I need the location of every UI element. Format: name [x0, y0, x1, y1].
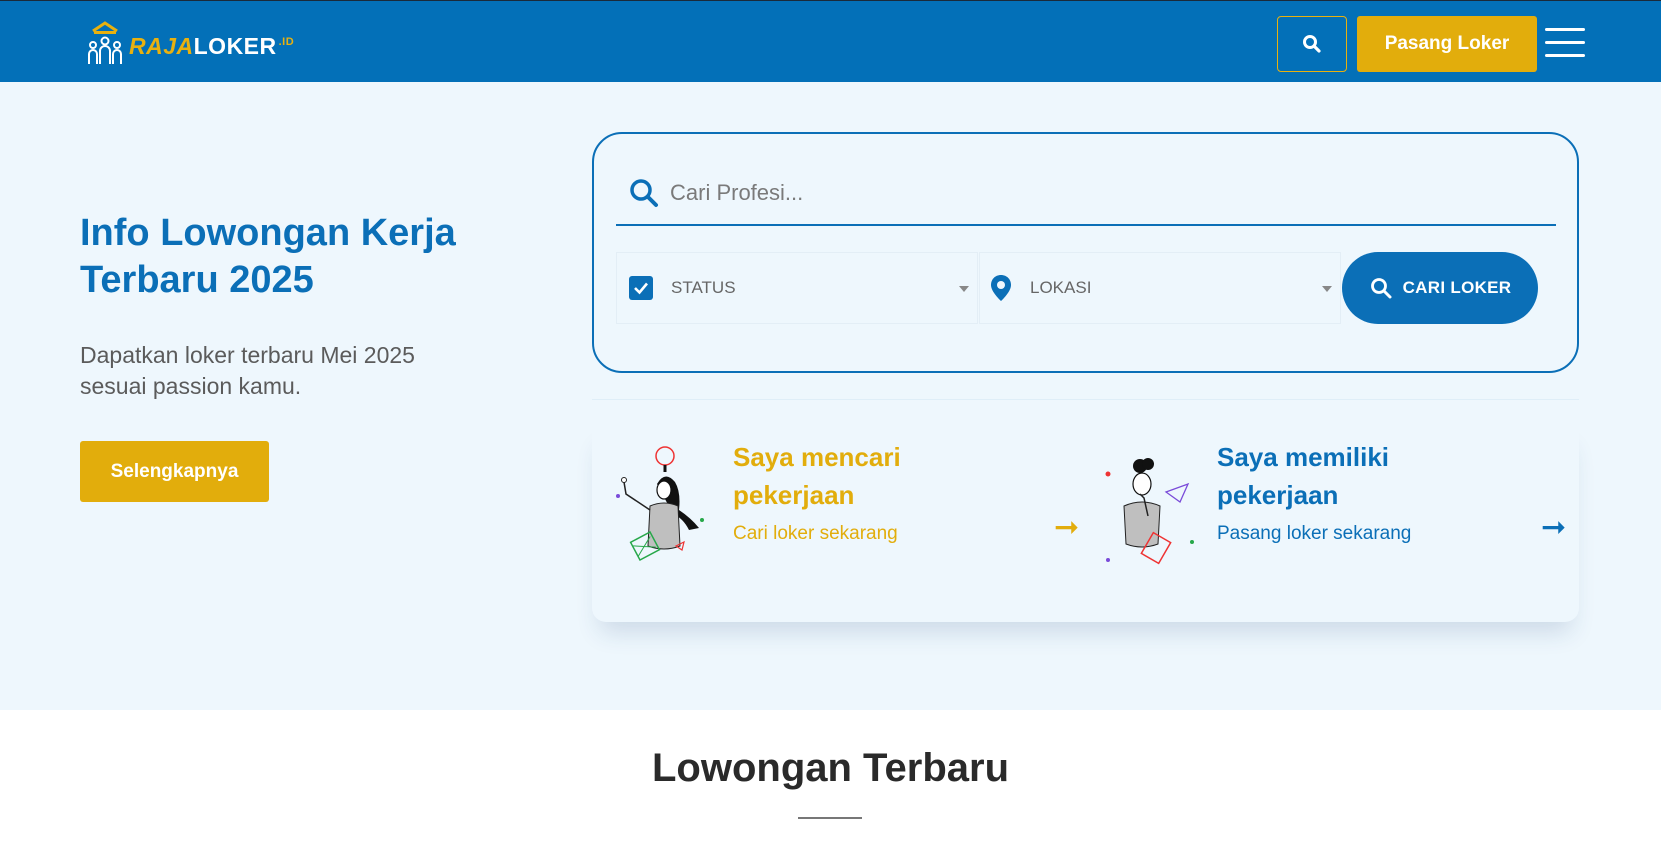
hero-section: Info Lowongan Kerja Terbaru 2025 Dapatka… — [0, 82, 1661, 710]
employer-title: Saya memiliki pekerjaan — [1217, 442, 1389, 510]
profession-search-input[interactable] — [670, 180, 1550, 206]
arrow-right-icon: ➞ — [1541, 511, 1567, 544]
hamburger-menu-icon[interactable] — [1545, 28, 1585, 60]
hero-title: Info Lowongan Kerja Terbaru 2025 — [80, 212, 456, 301]
logo-wordmark: RAJALOKER .ID — [129, 33, 294, 60]
man-employer-illustration — [1105, 458, 1194, 565]
logo-people-icon — [85, 19, 125, 67]
profession-search-row — [616, 162, 1556, 226]
section-title: Lowongan Terbaru — [651, 746, 1010, 790]
checkbox-icon — [629, 276, 653, 300]
header-search-button[interactable] — [1277, 16, 1347, 72]
divider — [592, 399, 1579, 400]
job-seeker-title: Saya mencari pekerjaan — [733, 442, 901, 510]
role-choice-card: Saya mencari pekerjaan Cari loker sekara… — [592, 422, 1579, 622]
map-pin-icon — [991, 275, 1011, 301]
woman-job-seeker-illustration — [616, 446, 704, 562]
logo-id-text: .ID — [278, 35, 295, 48]
search-icon — [630, 179, 658, 207]
search-icon — [1303, 35, 1321, 53]
logo-loker-text: LOKER — [193, 32, 277, 59]
cari-loker-button[interactable]: CARI LOKER — [1342, 252, 1538, 324]
lokasi-label: LOKASI — [1030, 278, 1092, 297]
selengkapnya-button[interactable]: Selengkapnya — [80, 441, 269, 502]
status-label: STATUS — [671, 278, 736, 297]
top-navbar: RAJALOKER .ID Pasang Loker — [0, 0, 1661, 82]
pasang-loker-button[interactable]: Pasang Loker — [1357, 16, 1537, 72]
job-seeker-option[interactable]: Saya mencari pekerjaan Cari loker sekara… — [592, 422, 1079, 622]
caret-down-icon — [1322, 286, 1332, 292]
logo-raja-text: RAJA — [129, 32, 194, 59]
caret-down-icon — [959, 286, 969, 292]
search-card: STATUS LOKASI CARI LOKER — [592, 132, 1579, 373]
section-underline — [798, 817, 862, 819]
employer-subtitle: Pasang loker sekarang — [1217, 523, 1412, 544]
job-seeker-subtitle: Cari loker sekarang — [733, 523, 898, 544]
status-dropdown[interactable]: STATUS — [616, 252, 978, 324]
cari-loker-label: CARI LOKER — [1402, 278, 1512, 297]
lokasi-dropdown[interactable]: LOKASI — [979, 252, 1341, 324]
rajaloker-logo[interactable]: RAJALOKER .ID — [85, 19, 294, 67]
employer-option[interactable]: Saya memiliki pekerjaan Pasang loker sek… — [1076, 422, 1579, 622]
search-icon — [1370, 278, 1392, 299]
hero-subtitle: Dapatkan loker terbaru Mei 2025 sesuai p… — [80, 342, 415, 399]
